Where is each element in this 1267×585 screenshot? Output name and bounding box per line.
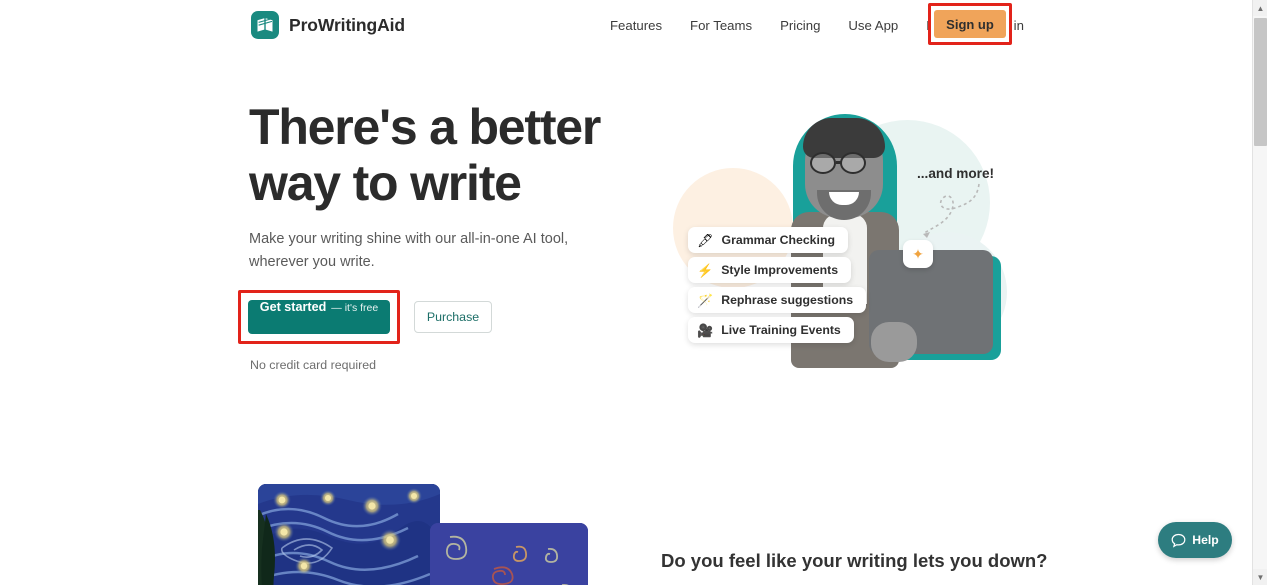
lightning-icon: ⚡	[697, 262, 714, 278]
blue-doodle-card	[430, 523, 588, 585]
page-scrollbar[interactable]: ▲ ▼	[1252, 0, 1267, 585]
feature-pill-label: Live Training Events	[721, 323, 841, 337]
glasses-lens-left	[810, 152, 836, 174]
chat-bubble-icon	[1171, 533, 1186, 548]
help-widget-button[interactable]: Help	[1158, 522, 1232, 558]
page-viewport: ProWritingAid Features For Teams Pricing…	[0, 0, 1252, 585]
feature-pill-label: Grammar Checking	[721, 233, 835, 247]
browser-page: ProWritingAid Features For Teams Pricing…	[0, 0, 1267, 585]
video-camera-icon: 🎥	[697, 322, 714, 338]
sign-up-button[interactable]: Sign up	[934, 10, 1006, 38]
page-title: There's a better way to write	[249, 99, 601, 211]
scrollbar-up-arrow[interactable]: ▲	[1253, 0, 1267, 16]
feature-pill-grammar-checking: 🖋 Grammar Checking	[688, 227, 848, 253]
purchase-button[interactable]: Purchase	[414, 301, 492, 333]
nav-link-for-teams[interactable]: For Teams	[676, 18, 766, 33]
nav-link-features[interactable]: Features	[596, 18, 676, 33]
feature-pill-label: Style Improvements	[721, 263, 839, 277]
brand-logo[interactable]: ProWritingAid	[251, 11, 405, 39]
hero-illustration: 🖋 Grammar Checking ⚡ Style Improvements …	[655, 100, 1015, 375]
scrollbar-thumb[interactable]	[1254, 18, 1267, 146]
hero-subheading: Make your writing shine with our all-in-…	[249, 231, 569, 270]
help-widget-label: Help	[1192, 533, 1219, 547]
get-started-label: Get started	[259, 300, 327, 314]
person-hand	[871, 322, 917, 362]
and-more-annotation: ...and more!	[917, 166, 995, 181]
pen-icon: 🖋	[697, 232, 714, 248]
nav-link-pricing[interactable]: Pricing	[766, 18, 834, 33]
get-started-highlight-box: Get started — it's free	[238, 290, 400, 344]
nav-link-use-app[interactable]: Use App	[834, 18, 912, 33]
starry-night-thumbnail	[258, 484, 440, 585]
feature-pill-style-improvements: ⚡ Style Improvements	[688, 257, 852, 283]
no-credit-card-note: No credit card required	[250, 358, 377, 372]
section-heading: Do you feel like your writing lets you d…	[661, 550, 1048, 571]
hero-cta-row: Get started — it's free Purchase	[238, 290, 492, 344]
get-started-suffix: — it's free	[331, 302, 379, 314]
open-book-icon	[251, 11, 279, 39]
magic-wand-icon: 🪄	[697, 292, 714, 308]
feature-pill-label: Rephrase suggestions	[721, 293, 854, 307]
curly-arrow-icon	[922, 183, 980, 238]
feature-pill-live-training-events: 🎥 Live Training Events	[688, 317, 854, 343]
glasses-bridge	[836, 161, 842, 164]
feature-pill-rephrase-suggestions: 🪄 Rephrase suggestions	[688, 287, 867, 313]
brand-name: ProWritingAid	[289, 14, 406, 35]
person-hair	[803, 118, 885, 158]
get-started-button[interactable]: Get started — it's free	[248, 300, 390, 334]
site-header: ProWritingAid Features For Teams Pricing…	[0, 0, 1252, 50]
scrollbar-down-arrow[interactable]: ▼	[1253, 569, 1267, 585]
glasses-lens-right	[840, 152, 866, 174]
signup-highlight-box: Sign up	[928, 3, 1012, 45]
